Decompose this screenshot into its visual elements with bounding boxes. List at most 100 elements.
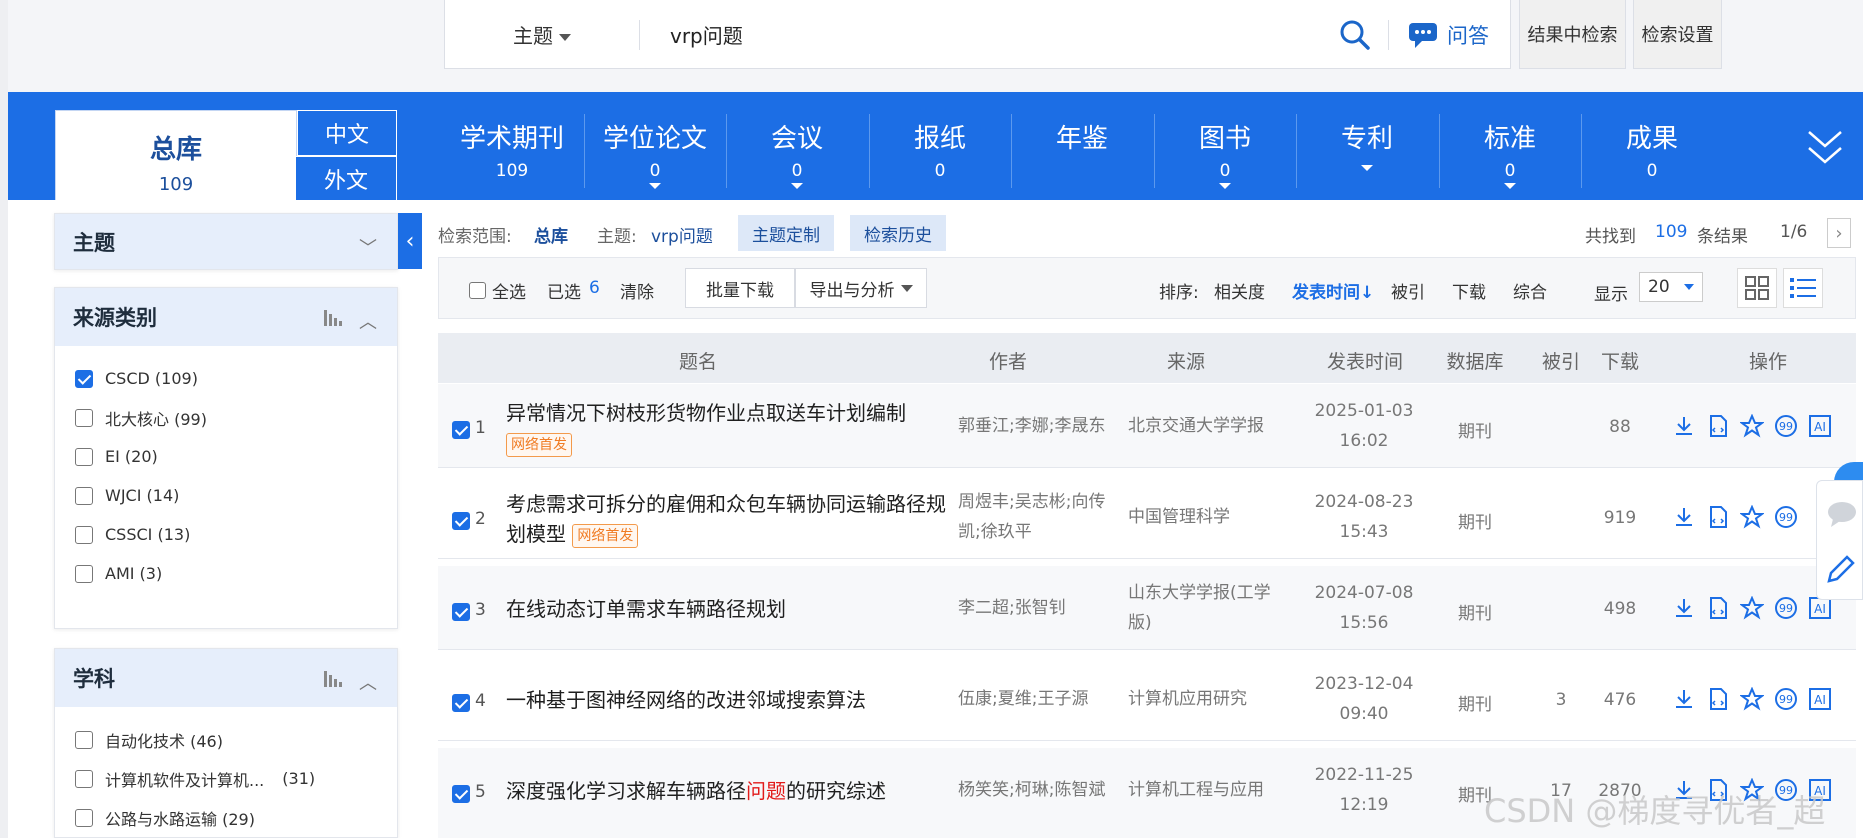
grid-view-button[interactable] [1737, 268, 1777, 308]
row-title[interactable]: 深度强化学习求解车辆路径问题的研究综述 [506, 776, 946, 806]
checkbox[interactable] [75, 525, 93, 544]
search-settings-button[interactable]: 检索设置 [1633, 0, 1722, 69]
row-checkbox[interactable] [452, 785, 470, 803]
filter-item[interactable]: AMI (3) [55, 554, 397, 593]
filter-item[interactable]: 自动化技术 (46) [55, 720, 397, 759]
star-icon[interactable] [1740, 414, 1764, 438]
download-icon[interactable] [1672, 687, 1696, 711]
scope-value[interactable]: 总库 [534, 222, 568, 247]
next-page-button[interactable]: › [1827, 218, 1851, 248]
collapse-sidebar-button[interactable]: ‹ [398, 213, 422, 269]
custom-topic-button[interactable]: 主题定制 [738, 215, 834, 251]
chat-icon[interactable] [1407, 20, 1439, 50]
filter-item[interactable]: 北大核心 (99) [55, 398, 397, 437]
edit-icon[interactable] [1825, 553, 1857, 585]
select-all[interactable]: 全选 [469, 278, 526, 303]
qa-link[interactable]: 问答 [1447, 20, 1489, 50]
row-authors[interactable]: 杨笑笑;柯琳;陈智斌 [958, 775, 1118, 805]
sort-download[interactable]: 下载 [1452, 278, 1486, 303]
html-read-icon[interactable] [1706, 414, 1730, 438]
tab-standards[interactable]: 标准 0 [1439, 118, 1581, 189]
checkbox[interactable] [75, 730, 93, 749]
checkbox[interactable] [75, 769, 93, 788]
html-read-icon[interactable] [1706, 687, 1730, 711]
tab-patents[interactable]: 专利 [1296, 118, 1438, 171]
list-view-button[interactable] [1783, 268, 1823, 308]
download-icon[interactable] [1672, 596, 1696, 620]
ai-icon[interactable]: AI [1808, 687, 1832, 711]
comment-icon[interactable] [1825, 499, 1857, 529]
search-input[interactable]: vrp问题 [670, 20, 743, 49]
row-source[interactable]: 计算机工程与应用 [1128, 775, 1288, 805]
star-icon[interactable] [1740, 687, 1764, 711]
tab-newspapers[interactable]: 报纸 0 [869, 118, 1011, 181]
row-authors[interactable]: 李二超;张智钊 [958, 593, 1118, 623]
filter-item[interactable]: EI (20) [55, 437, 397, 476]
row-checkbox[interactable] [452, 603, 470, 621]
row-title[interactable]: 一种基于图神经网络的改进邻域搜索算法 [506, 685, 946, 715]
sort-cited[interactable]: 被引 [1391, 278, 1425, 303]
checkbox[interactable] [75, 408, 93, 427]
page-size-select[interactable]: 20 [1639, 272, 1703, 302]
ai-icon[interactable]: AI [1808, 414, 1832, 438]
search-history-button[interactable]: 检索历史 [850, 215, 946, 251]
search-type-select[interactable]: 主题 [513, 20, 571, 49]
tab-chinese[interactable]: 中文 [297, 110, 397, 156]
search-icon[interactable] [1338, 18, 1372, 52]
quote-icon[interactable]: 99 [1774, 596, 1798, 620]
star-icon[interactable] [1740, 505, 1764, 529]
batch-download-button[interactable]: 批量下载 [685, 268, 795, 308]
filter-item[interactable]: 公路与水路运输 (29) [55, 798, 397, 837]
sort-relevance[interactable]: 相关度 [1214, 278, 1265, 303]
quote-icon[interactable]: 99 [1774, 505, 1798, 529]
download-icon[interactable] [1672, 414, 1696, 438]
tab-achievements[interactable]: 成果 0 [1581, 118, 1723, 181]
row-source[interactable]: 北京交通大学学报 [1128, 411, 1288, 441]
row-source[interactable]: 中国管理科学 [1128, 502, 1288, 532]
row-source[interactable]: 计算机应用研究 [1128, 684, 1288, 714]
html-read-icon[interactable] [1706, 505, 1730, 529]
sort-combined[interactable]: 综合 [1513, 278, 1547, 303]
tab-books[interactable]: 图书 0 [1154, 118, 1296, 189]
topic-panel-header[interactable]: 主题 ﹀ [55, 214, 397, 269]
quote-icon[interactable]: 99 [1774, 687, 1798, 711]
checkbox[interactable] [75, 564, 93, 583]
filter-item[interactable]: CSCD (109) [55, 359, 397, 398]
filter-item[interactable]: WJCI (14) [55, 476, 397, 515]
sort-date[interactable]: 发表时间↓ [1292, 278, 1374, 303]
star-icon[interactable] [1740, 596, 1764, 620]
row-checkbox[interactable] [452, 512, 470, 530]
row-authors[interactable]: 周煜丰;吴志彬;向传凯;徐玖平 [958, 487, 1118, 547]
export-analysis-button[interactable]: 导出与分析 [795, 268, 927, 308]
chevron-up-icon[interactable]: ︿ [359, 669, 377, 695]
download-icon[interactable] [1672, 505, 1696, 529]
search-in-results-button[interactable]: 结果中检索 [1519, 0, 1626, 69]
quote-icon[interactable]: 99 [1774, 414, 1798, 438]
checkbox[interactable] [469, 282, 486, 299]
tab-foreign[interactable]: 外文 [295, 156, 397, 200]
source-panel-header[interactable]: 来源类别 ︿ [55, 288, 397, 346]
checkbox[interactable] [75, 486, 93, 505]
filter-item[interactable]: CSSCI (13) [55, 515, 397, 554]
clear-link[interactable]: 清除 [620, 278, 654, 303]
row-title[interactable]: 考虑需求可拆分的雇佣和众包车辆协同运输路径规划模型 网络首发 [506, 489, 946, 549]
filter-item[interactable]: 计算机软件及计算机... (31) [55, 759, 397, 798]
row-title[interactable]: 在线动态订单需求车辆路径规划 [506, 594, 946, 624]
tab-conferences[interactable]: 会议 0 [726, 118, 868, 189]
row-authors[interactable]: 郭垂江;李娜;李晟东 [958, 411, 1118, 441]
tab-total[interactable]: 总库 109 [55, 110, 297, 200]
expand-chevron-icon[interactable] [1805, 124, 1845, 170]
row-checkbox[interactable] [452, 694, 470, 712]
tab-yearbooks[interactable]: 年鉴 [1011, 118, 1153, 161]
row-title[interactable]: 异常情况下树枝形货物作业点取送车计划编制 网络首发 [506, 398, 946, 458]
row-checkbox[interactable] [452, 421, 470, 439]
bar-chart-icon[interactable] [323, 669, 345, 687]
html-read-icon[interactable] [1706, 596, 1730, 620]
bar-chart-icon[interactable] [323, 308, 345, 326]
row-source[interactable]: 山东大学学报(工学版) [1128, 578, 1288, 638]
chevron-up-icon[interactable]: ︿ [359, 308, 377, 334]
tab-theses[interactable]: 学位论文 0 [584, 118, 726, 189]
checkbox-checked[interactable] [75, 369, 93, 388]
checkbox[interactable] [75, 447, 93, 466]
tab-journals[interactable]: 学术期刊 109 [441, 118, 583, 181]
